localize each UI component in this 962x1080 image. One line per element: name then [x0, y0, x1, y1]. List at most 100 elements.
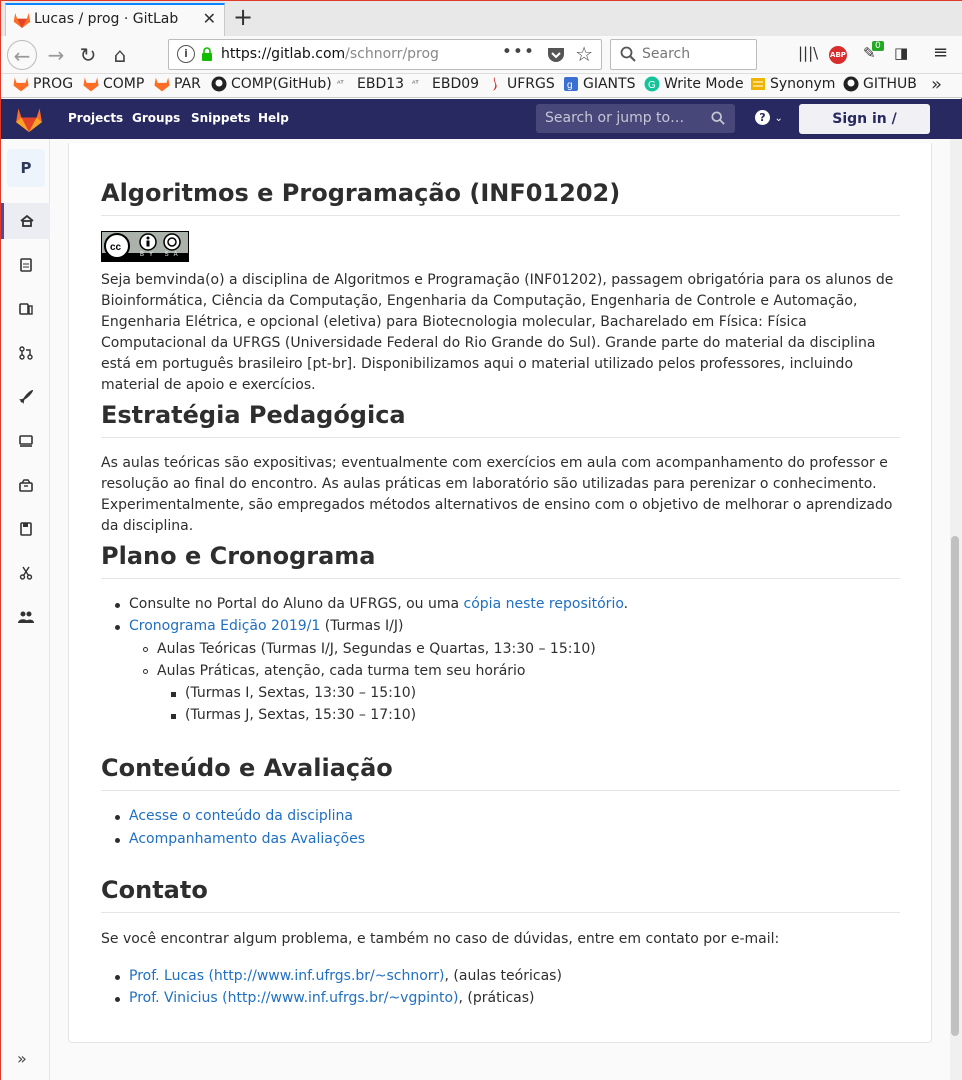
bullet-icon [115, 838, 120, 843]
address-bar[interactable]: i https://gitlab.com/schnorr/prog ••• ☆ [168, 39, 602, 70]
gitlab-icon [83, 77, 99, 92]
bookmark-prog[interactable]: PROG [13, 76, 73, 92]
page-actions-icon[interactable]: ••• [502, 42, 535, 62]
bullet-icon [115, 997, 120, 1002]
url-text: https://gitlab.com/schnorr/prog [221, 46, 439, 62]
link-cronograma[interactable]: Cronograma Edição 2019/1 [129, 618, 320, 634]
sidebar-item-repository[interactable] [1, 247, 50, 283]
svg-text:g: g [567, 80, 573, 91]
list-item-turma-j: (Turmas J, Sextas, 15:30 – 17:10) [185, 707, 417, 723]
sign-in-button[interactable]: Sign in / Register [799, 104, 930, 157]
sidebar-item-project[interactable] [1, 203, 50, 239]
synonym-icon [751, 78, 765, 90]
bookmark-star-icon[interactable]: ☆ [575, 42, 593, 66]
bullet-icon [171, 692, 176, 697]
gitlab-logo-icon[interactable] [15, 107, 43, 132]
github-icon [843, 76, 859, 92]
list-item: Prof. Lucas (http://www.inf.ufrgs.br/~sc… [129, 968, 562, 984]
heading-contato: Contato [101, 876, 900, 913]
sidebar-item-wiki[interactable] [1, 511, 50, 547]
link-prof-vinicius[interactable]: Prof. Vinicius (http://www.inf.ufrgs.br/… [129, 990, 459, 1006]
ufrgs-icon [493, 77, 497, 91]
gitlab-header: Projects Groups Snippets Help Search or … [1, 99, 962, 157]
sidebar-item-members[interactable] [1, 599, 50, 635]
bookmark-favicon-icon: ᴬᵀ [412, 79, 419, 88]
scrollbar-thumb[interactable] [951, 536, 959, 1036]
collapse-sidebar-icon[interactable]: » [17, 1049, 27, 1068]
sidebar-item-ci-cd[interactable] [1, 379, 50, 415]
gitlab-search-input[interactable]: Search or jump to… [536, 104, 735, 133]
cc-license-label: BY SA [140, 252, 183, 258]
browser-tab[interactable]: Lucas / prog · GitLab ✕ [5, 3, 225, 36]
hamburger-menu-icon[interactable]: ≡ [933, 42, 948, 64]
list-item-aulas-praticas: Aulas Práticas, atenção, cada turma tem … [157, 663, 526, 679]
intro-paragraph: Seja bemvinda(o) a disciplina de Algorit… [101, 272, 894, 393]
bookmark-ebd13[interactable]: ᴬᵀ EBD13 [337, 76, 404, 92]
adblock-icon[interactable]: ABP [829, 46, 847, 64]
nav-projects[interactable]: Projects [68, 111, 123, 125]
merge-request-icon [18, 346, 33, 360]
navigation-bar: ← → ↻ ⌂ i https://gitlab.com/schnorr/pro… [1, 36, 962, 74]
nav-groups[interactable]: Groups [132, 111, 180, 125]
bookmark-favicon-icon: ᴬᵀ [337, 79, 344, 88]
bookmark-par[interactable]: PAR [154, 76, 201, 92]
sidebar-item-issues[interactable] [1, 291, 50, 327]
bookmark-ufrgs[interactable]: UFRGS [487, 76, 555, 92]
home-icon[interactable]: ⌂ [105, 40, 135, 70]
help-dropdown[interactable]: ? ⌄ [755, 109, 783, 125]
bullet-icon [171, 714, 176, 719]
bookmark-github[interactable]: GITHUB [843, 76, 917, 92]
sidebar-item-merge-requests[interactable] [1, 335, 50, 371]
bookmark-synonym[interactable]: Synonym [750, 76, 835, 92]
gitlab-icon [154, 77, 170, 92]
bookmark-comp[interactable]: COMP [83, 76, 144, 92]
library-icon[interactable]: |||\ [798, 44, 818, 66]
project-sidebar: P » [1, 139, 50, 1080]
heading-plano: Plano e Cronograma [101, 542, 900, 579]
list-item: Prof. Vinicius (http://www.inf.ufrgs.br/… [129, 990, 535, 1006]
bullet-icon [143, 647, 148, 652]
bookmark-giants[interactable]: g GIANTS [563, 76, 635, 92]
link-conteudo[interactable]: Acesse o conteúdo da disciplina [129, 808, 353, 824]
sidebar-toggle-icon[interactable]: ◨ [894, 44, 908, 66]
bookmark-ebd09[interactable]: ᴬᵀ EBD09 [412, 76, 479, 92]
link-copia-repositorio[interactable]: cópia neste repositório [464, 596, 624, 612]
contato-paragraph: Se você encontrar algum problema, e tamb… [101, 931, 780, 947]
cc-license-badge[interactable]: cc BY SA [101, 231, 189, 262]
users-icon [17, 611, 34, 623]
bookmark-write-mode[interactable]: G Write Mode [644, 76, 744, 92]
close-tab-icon[interactable]: ✕ [203, 9, 216, 28]
pocket-icon[interactable] [547, 46, 565, 63]
estrategia-paragraph: As aulas teóricas são expositivas; event… [101, 455, 893, 534]
bookmark-comp-github[interactable]: COMP(GitHub) [211, 76, 332, 92]
list-item-aulas-teoricas: Aulas Teóricas (Turmas I/J, Segundas e Q… [157, 641, 596, 657]
bookmarks-toolbar: PROG COMP PAR COMP(GitHub) ᴬᵀ EBD13 ᴬᵀ EBD… [1, 74, 962, 98]
package-icon [18, 478, 33, 492]
sidebar-item-snippets[interactable] [1, 555, 50, 591]
browser-search-bar[interactable]: Search [610, 39, 757, 70]
nav-help[interactable]: Help [258, 111, 289, 125]
home-icon [20, 215, 34, 227]
link-avaliacoes[interactable]: Acompanhamento das Avaliações [129, 831, 365, 847]
lock-icon [202, 47, 212, 61]
sidebar-item-operations[interactable] [1, 423, 50, 459]
question-icon: ? [755, 110, 770, 125]
gitlab-search-placeholder: Search or jump to… [545, 110, 685, 126]
nav-snippets[interactable]: Snippets [191, 111, 251, 125]
heading-intro: Algoritmos e Programação (INF01202) [101, 179, 900, 216]
project-avatar[interactable]: P [7, 149, 45, 187]
forward-arrow-icon[interactable]: → [41, 40, 71, 70]
list-item: Consulte no Portal do Aluno da UFRGS, ou… [129, 596, 629, 612]
tab-title: Lucas / prog · GitLab [34, 11, 179, 27]
site-info-icon[interactable]: i [177, 45, 195, 63]
reload-icon[interactable]: ↻ [73, 40, 103, 70]
more-bookmarks-icon[interactable]: » [931, 74, 942, 95]
heading-conteudo: Conteúdo e Avaliação [101, 754, 900, 791]
sidebar-item-packages[interactable] [1, 467, 50, 503]
url-host: https://gitlab.com [221, 46, 346, 62]
search-icon [711, 111, 725, 125]
back-arrow-icon[interactable]: ← [7, 40, 37, 70]
new-tab-icon[interactable]: + [233, 5, 253, 29]
giants-icon: g [564, 77, 578, 91]
link-prof-lucas[interactable]: Prof. Lucas (http://www.inf.ufrgs.br/~sc… [129, 968, 445, 984]
